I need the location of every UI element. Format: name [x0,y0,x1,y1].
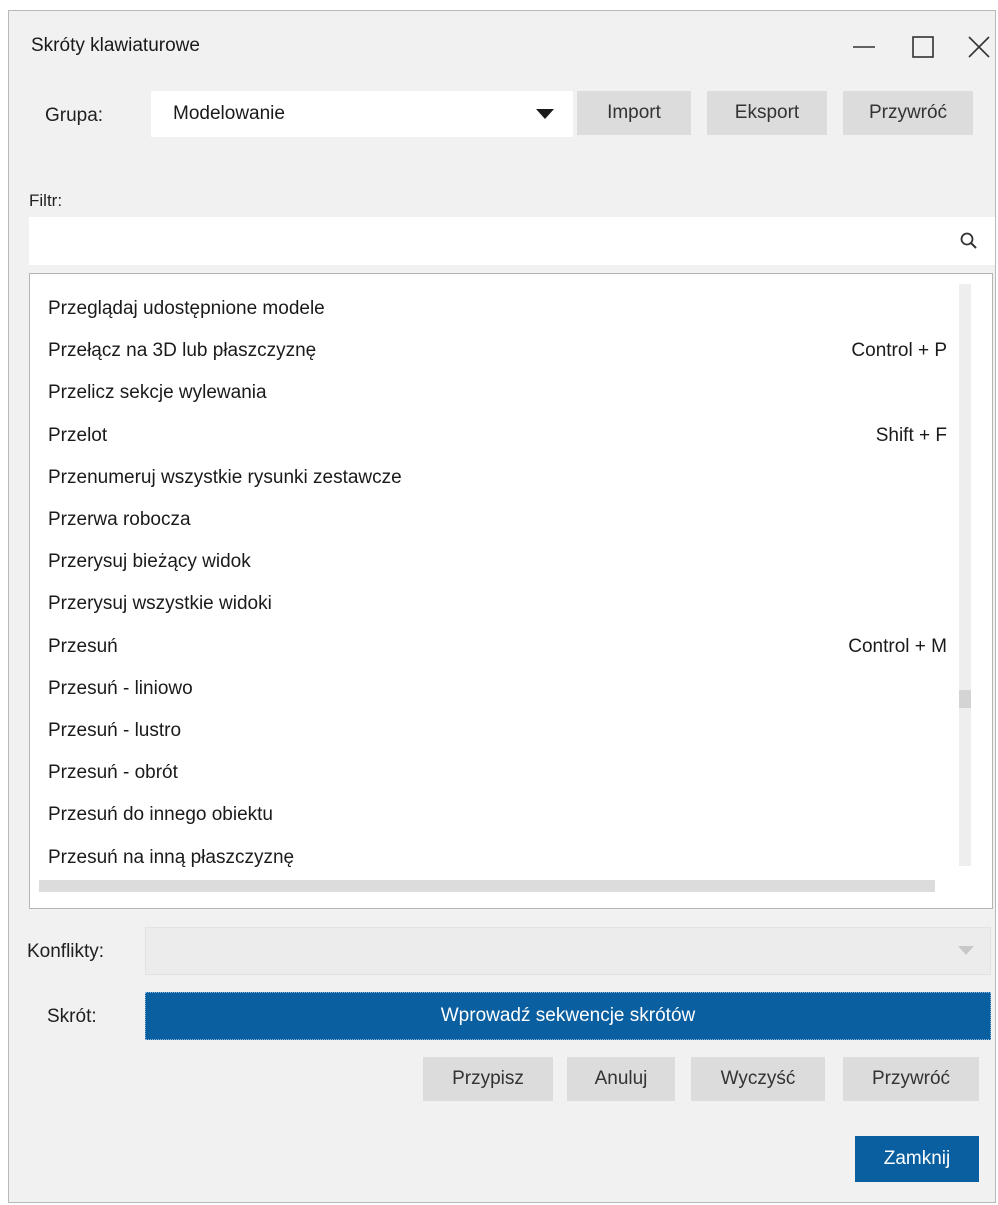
title-bar: Skróty klawiaturowe [9,11,995,83]
command-name: Przelot [48,424,108,446]
command-row[interactable]: Przenumeruj wszystkie rysunki zestawcze [48,457,938,499]
assign-button[interactable]: Przypisz [423,1057,553,1101]
command-row[interactable]: Przesuń - obrót [48,752,938,794]
command-name: Przesuń [48,635,118,657]
clear-button[interactable]: Wyczyść [691,1057,825,1101]
command-name: Przerysuj wszystkie widoki [48,593,272,615]
export-button[interactable]: Eksport [707,91,827,135]
command-shortcut: Control + P [851,340,947,362]
vertical-scrollbar[interactable] [959,284,971,866]
triangle-down-icon [956,944,976,963]
commands-list[interactable]: Przeglądaj udostępnione modele Przełącz n… [29,273,993,909]
command-name: Przerwa robocza [48,509,191,530]
magnifier-icon [959,231,979,256]
conflicts-select[interactable] [145,927,991,975]
maximize-icon[interactable] [905,27,945,67]
filter-label: Filtr: [29,191,63,210]
command-name: Przelicz sekcje wylewania [48,382,267,404]
command-row[interactable]: Przełącz na 3D lub płaszczyznę Control + … [48,330,947,372]
command-row[interactable]: Przesuń - liniowo [48,668,938,710]
restore-shortcut-button[interactable]: Przywróć [843,1057,979,1101]
command-shortcut: Control + M [848,635,947,657]
shortcut-label: Skrót: [47,1006,97,1027]
command-row[interactable]: Przeglądaj udostępnione modele [48,288,938,330]
shortcuts-dialog: Skróty klawiaturowe Grupa: Modelowanie I… [8,10,996,1203]
cancel-button[interactable]: Anuluj [567,1057,675,1101]
command-name: Przełącz na 3D lub płaszczyznę [48,340,317,362]
command-name: Przesuń - obrót [48,762,178,784]
command-row[interactable]: Przerysuj bieżący widok [48,541,938,583]
filter-box [29,217,995,265]
import-button[interactable]: Import [577,91,691,135]
minimize-icon[interactable] [845,27,885,67]
command-name: Przesuń na inną płaszczyznę [48,846,295,868]
command-name: Przesuń - liniowo [48,677,193,699]
vertical-scrollbar-thumb[interactable] [959,690,971,708]
command-row[interactable]: Przerwa robocza [48,499,938,541]
command-row[interactable]: Przelicz sekcje wylewania [48,372,938,414]
group-label: Grupa: [45,105,104,126]
close-button[interactable]: Zamknij [855,1136,979,1182]
group-select[interactable]: Modelowanie [151,91,573,137]
restore-group-button[interactable]: Przywróć [843,91,973,135]
group-selected-value: Modelowanie [173,103,285,124]
command-shortcut: Shift + F [875,424,947,446]
horizontal-scrollbar[interactable] [39,880,935,892]
command-row[interactable]: Przesuń do innego obiektu [48,794,938,836]
command-name: Przesuń - lustro [48,720,182,741]
command-name: Przeglądaj udostępnione modele [48,298,325,319]
command-row[interactable]: Przerysuj wszystkie widoki [48,583,938,625]
command-row[interactable]: Przesuń Control + M [48,626,947,668]
command-name: Przenumeruj wszystkie rysunki zestawcze [48,466,402,488]
window-title: Skróty klawiaturowe [31,35,200,56]
triangle-down-icon[interactable] [535,107,555,126]
conflicts-label: Konflikty: [27,941,105,962]
command-row[interactable]: Przelot Shift + F [48,415,947,457]
filter-input[interactable] [29,217,949,263]
command-name: Przerysuj bieżący widok [48,551,251,573]
command-row[interactable]: Przesuń - lustro [48,710,938,752]
close-icon[interactable] [959,27,998,67]
shortcut-input[interactable]: Wprowadź sekwencje skrótów [145,992,991,1040]
command-row[interactable]: Przesuń na inną płaszczyznę [48,837,938,879]
command-name: Przesuń do innego obiektu [48,804,273,826]
